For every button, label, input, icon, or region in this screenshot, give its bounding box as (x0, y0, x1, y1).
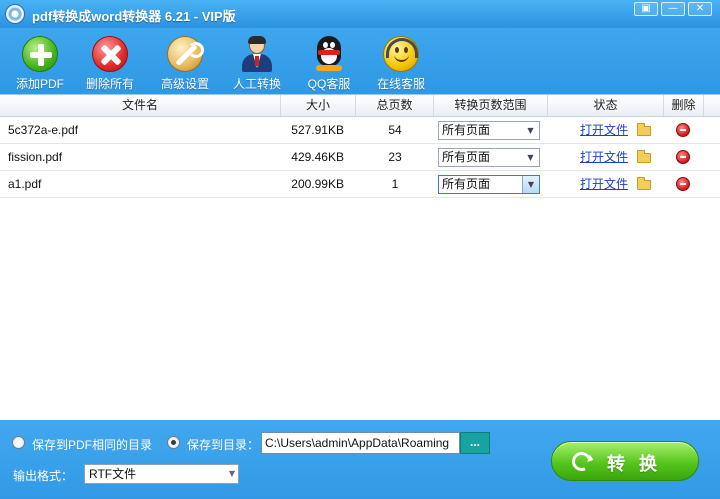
column-filename[interactable]: 文件名 (0, 95, 281, 116)
file-table: 文件名 大小 总页数 转换页数范围 状态 删除 5c372a-e.pdf 527… (0, 94, 720, 420)
online-support-button[interactable]: 在线客服 (371, 36, 431, 92)
table-row[interactable]: fission.pdf 429.46KB 23 所有页面 ▼ 打开文件 (0, 144, 720, 171)
save-to-dir-label[interactable]: 保存到目录： (187, 436, 259, 453)
remove-file-icon[interactable] (676, 177, 690, 191)
page-range-value: 所有页面 (442, 177, 491, 191)
output-format-label: 输出格式： (13, 469, 74, 483)
page-count: 23 (388, 150, 402, 164)
convert-label: 转换 (607, 454, 671, 474)
delete-all-icon (92, 36, 128, 72)
same-dir-label[interactable]: 保存到PDF相同的目录 (32, 436, 152, 453)
add-pdf-label: 添加PDF (15, 77, 64, 91)
online-support-label: 在线客服 (376, 77, 425, 91)
window-title: pdf转换成word转换器 6.21 - VIP版 (32, 9, 236, 24)
table-row[interactable]: 5c372a-e.pdf 527.91KB 54 所有页面 ▼ 打开文件 (0, 117, 720, 144)
page-range-value: 所有页面 (442, 150, 491, 164)
delete-all-button[interactable]: 删除所有 (80, 36, 140, 92)
chevron-down-icon: ▼ (527, 153, 534, 162)
browse-button[interactable]: ... (460, 432, 490, 454)
output-settings-panel: 保存到PDF相同的目录 保存到目录： C:\Users\admin\AppDat… (0, 420, 720, 499)
open-file-link[interactable]: 打开文件 (580, 144, 628, 170)
chevron-down-icon: ▼ (527, 126, 534, 135)
qq-support-label: QQ客服 (307, 77, 351, 91)
folder-icon[interactable] (637, 150, 651, 163)
wrench-icon (167, 36, 204, 72)
remove-file-icon[interactable] (676, 150, 690, 164)
app-cd-icon (5, 4, 25, 24)
page-count: 54 (388, 123, 402, 137)
column-status[interactable]: 状态 (548, 95, 664, 116)
advanced-settings-label: 高级设置 (160, 77, 209, 91)
qq-support-button[interactable]: QQ客服 (299, 36, 359, 92)
table-row[interactable]: a1.pdf 200.99KB 1 所有页面 ▼ 打开文件 (0, 171, 720, 198)
same-dir-radio[interactable] (12, 436, 25, 449)
page-count: 1 (391, 177, 399, 191)
convert-button[interactable]: 转换 (551, 441, 699, 481)
page-range-select[interactable]: 所有页面 ▼ (438, 175, 540, 194)
add-icon (22, 36, 58, 72)
column-delete[interactable]: 删除 (664, 95, 704, 116)
restore-window-button[interactable]: ▣ (634, 2, 658, 16)
page-range-value: 所有页面 (442, 123, 491, 137)
output-format-value: RTF文件 (89, 467, 137, 481)
open-file-link[interactable]: 打开文件 (580, 117, 628, 143)
folder-icon[interactable] (637, 123, 651, 136)
table-header: 文件名 大小 总页数 转换页数范围 状态 删除 (0, 95, 720, 117)
toolbar: 添加PDF 删除所有 高级设置 人工转换 QQ客服 在线客服 (0, 28, 720, 94)
minimize-window-button[interactable]: — (661, 2, 685, 16)
agent-icon (239, 36, 275, 72)
file-size: 429.46KB (291, 150, 344, 164)
save-to-dir-radio[interactable] (167, 436, 180, 449)
headset-smiley-icon (383, 36, 419, 72)
file-name: a1.pdf (8, 177, 42, 191)
qq-penguin-icon (311, 36, 347, 72)
column-page-range[interactable]: 转换页数范围 (434, 95, 548, 116)
file-size: 527.91KB (291, 123, 344, 137)
delete-all-label: 删除所有 (85, 77, 134, 91)
title-bar: pdf转换成word转换器 6.21 - VIP版 ▣ — ✕ (0, 0, 720, 28)
output-format-select[interactable]: RTF文件 ▼ (84, 464, 239, 484)
column-size[interactable]: 大小 (281, 95, 356, 116)
chevron-down-icon[interactable]: ▼ (522, 176, 539, 193)
remove-file-icon[interactable] (676, 123, 690, 137)
advanced-settings-button[interactable]: 高级设置 (155, 36, 215, 92)
add-pdf-button[interactable]: 添加PDF (10, 36, 70, 92)
refresh-icon (569, 449, 594, 474)
manual-convert-button[interactable]: 人工转换 (227, 36, 287, 92)
window-controls: ▣ — ✕ (634, 2, 712, 16)
file-name: fission.pdf (8, 150, 63, 164)
output-path-field[interactable]: C:\Users\admin\AppData\Roaming (261, 432, 460, 454)
manual-convert-label: 人工转换 (232, 77, 281, 91)
column-total-pages[interactable]: 总页数 (356, 95, 434, 116)
folder-icon[interactable] (637, 177, 651, 190)
close-window-button[interactable]: ✕ (688, 2, 712, 16)
chevron-down-icon: ▼ (228, 469, 235, 478)
file-name: 5c372a-e.pdf (8, 123, 79, 137)
open-file-link[interactable]: 打开文件 (580, 171, 628, 197)
file-size: 200.99KB (291, 177, 344, 191)
page-range-select[interactable]: 所有页面 ▼ (438, 148, 540, 167)
page-range-select[interactable]: 所有页面 ▼ (438, 121, 540, 140)
